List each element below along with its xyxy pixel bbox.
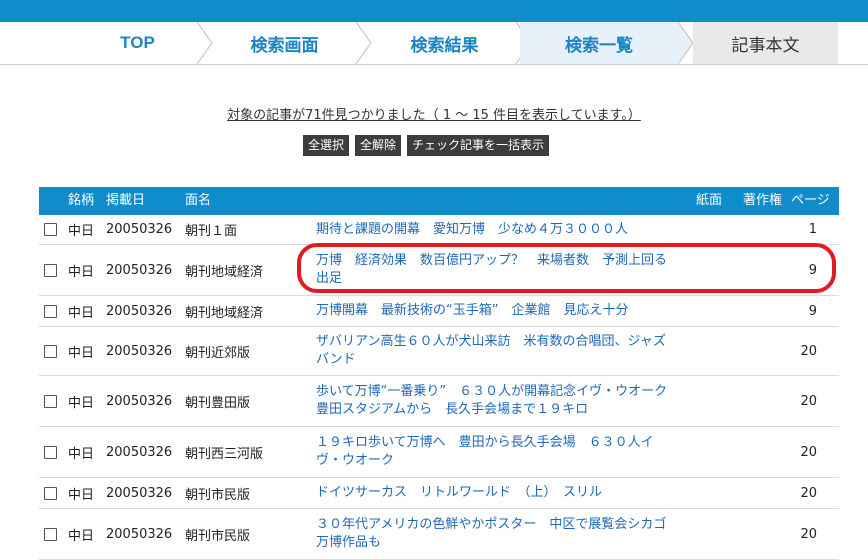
article-title-link[interactable]: １９キロ歩いて万博へ 豊田から長久手会場 ６３０人イヴ・ウオーク bbox=[316, 434, 676, 470]
row-edition: 朝刊豊田版 bbox=[185, 395, 251, 411]
table-header: 銘柄 掲載日 面名 紙面 著作権 ページ bbox=[39, 187, 839, 215]
row-brand: 中日 bbox=[68, 345, 95, 361]
row-date: 20050326 bbox=[106, 262, 173, 278]
row-date: 20050326 bbox=[106, 485, 173, 501]
header-brand: 銘柄 bbox=[68, 193, 95, 208]
row-brand: 中日 bbox=[68, 528, 95, 544]
article-title-link[interactable]: 期待と課題の開幕 愛知万博 少なめ４万３０００人 bbox=[316, 221, 628, 239]
breadcrumb-search-list[interactable]: 検索一覧 bbox=[520, 22, 678, 64]
row-date: 20050326 bbox=[106, 222, 173, 237]
header-page: ページ bbox=[791, 193, 830, 208]
breadcrumb-search-screen[interactable]: 検索画面 bbox=[212, 22, 357, 64]
article-title-link[interactable]: 歩いて万博“一番乗り” ６３０人が開幕記念イヴ・ウオーク 豊田スタジアムから 長… bbox=[316, 383, 680, 419]
row-edition: 朝刊地域経済 bbox=[185, 264, 264, 280]
result-summary: 対象の記事が71件見つかりました（ 1 ～ 15 件目を表示しています。） bbox=[227, 108, 641, 123]
row-edition: 朝刊市民版 bbox=[185, 487, 251, 503]
row-date: 20050326 bbox=[106, 526, 173, 542]
row-page: 20 bbox=[800, 343, 817, 359]
row-brand: 中日 bbox=[68, 264, 95, 280]
article-title-link[interactable]: 万博開幕 最新技術の“玉手箱” 企業館 見応え十分 bbox=[316, 302, 628, 320]
row-checkbox[interactable] bbox=[44, 486, 57, 500]
table-row: 中日 20050326 朝刊１面 期待と課題の開幕 愛知万博 少なめ４万３０００… bbox=[39, 215, 839, 245]
row-edition: 朝刊近郊版 bbox=[185, 345, 251, 361]
breadcrumb-search-results[interactable]: 検索結果 bbox=[372, 22, 517, 64]
row-page: 20 bbox=[800, 444, 817, 460]
row-brand: 中日 bbox=[68, 305, 95, 321]
row-brand: 中日 bbox=[68, 224, 95, 239]
row-edition: 朝刊地域経済 bbox=[185, 305, 264, 321]
chevron-right-icon bbox=[355, 22, 372, 64]
row-brand: 中日 bbox=[68, 446, 95, 462]
row-page: 20 bbox=[800, 393, 817, 409]
table-row: 中日 20050326 朝刊市民版 ドイツサーカス リトルワールド （上） スリ… bbox=[39, 478, 839, 509]
row-page: 1 bbox=[808, 222, 817, 237]
row-date: 20050326 bbox=[106, 303, 173, 319]
row-edition: 朝刊１面 bbox=[185, 224, 238, 239]
table-row: 中日 20050326 朝刊市民版 ３０年代アメリカの色鮮やかポスター 中区で展… bbox=[39, 509, 839, 560]
article-title-link[interactable]: ３０年代アメリカの色鮮やかポスター 中区で展覧会シカゴ万博作品も bbox=[316, 516, 676, 552]
article-title-link[interactable]: ドイツサーカス リトルワールド （上） スリル bbox=[316, 484, 602, 502]
row-page: 20 bbox=[800, 485, 817, 501]
article-title-link[interactable]: ザバリアン高生６０人が犬山来訪 米有数の合唱団、ジャズバンド bbox=[316, 333, 676, 369]
row-page: 9 bbox=[808, 262, 817, 278]
row-edition: 朝刊西三河版 bbox=[185, 446, 264, 462]
row-checkbox[interactable] bbox=[44, 223, 57, 236]
breadcrumb-top[interactable]: TOP bbox=[70, 22, 205, 64]
table-row: 中日 20050326 朝刊豊田版 歩いて万博“一番乗り” ６３０人が開幕記念イ… bbox=[39, 376, 839, 427]
header-date: 掲載日 bbox=[106, 193, 146, 208]
table-row: 中日 20050326 朝刊地域経済 万博開幕 最新技術の“玉手箱” 企業館 見… bbox=[39, 296, 839, 327]
show-checked-articles-button[interactable]: チェック記事を一括表示 bbox=[407, 135, 550, 156]
row-checkbox[interactable] bbox=[44, 304, 57, 318]
results-table: 銘柄 掲載日 面名 紙面 著作権 ページ 中日 20050326 朝刊１面 期待… bbox=[39, 187, 839, 560]
row-date: 20050326 bbox=[106, 343, 173, 359]
table-row: 中日 20050326 朝刊近郊版 ザバリアン高生６０人が犬山来訪 米有数の合唱… bbox=[39, 327, 839, 376]
row-page: 20 bbox=[800, 526, 817, 542]
breadcrumb-article-body: 記事本文 bbox=[693, 22, 838, 64]
row-date: 20050326 bbox=[106, 444, 173, 460]
header-paper-page: 紙面 bbox=[696, 193, 723, 208]
row-checkbox[interactable] bbox=[44, 344, 57, 358]
breadcrumb: TOP 検索画面 検索結果 検索一覧 記事本文 bbox=[0, 22, 868, 65]
table-row: 中日 20050326 朝刊西三河版 １９キロ歩いて万博へ 豊田から長久手会場 … bbox=[39, 427, 839, 478]
row-date: 20050326 bbox=[106, 393, 173, 409]
row-edition: 朝刊市民版 bbox=[185, 528, 251, 544]
row-checkbox[interactable] bbox=[44, 394, 57, 408]
row-checkbox[interactable] bbox=[44, 445, 57, 459]
row-brand: 中日 bbox=[68, 395, 95, 411]
header-edition: 面名 bbox=[185, 193, 212, 208]
row-page: 9 bbox=[808, 303, 817, 319]
row-checkbox[interactable] bbox=[44, 263, 57, 277]
header-copyright: 著作権 bbox=[743, 193, 783, 208]
select-all-button[interactable]: 全選択 bbox=[303, 135, 350, 156]
table-row: 中日 20050326 朝刊地域経済 万博 経済効果 数百億円アップ？ 来場者数… bbox=[39, 245, 839, 296]
row-brand: 中日 bbox=[68, 487, 95, 503]
top-header-bar bbox=[0, 0, 868, 22]
row-checkbox[interactable] bbox=[44, 527, 57, 541]
article-title-link[interactable]: 万博 経済効果 数百億円アップ？ 来場者数 予測上回る出足 bbox=[316, 252, 676, 288]
action-buttons: 全選択 全解除 チェック記事を一括表示 bbox=[303, 135, 550, 156]
clear-all-button[interactable]: 全解除 bbox=[355, 135, 402, 156]
